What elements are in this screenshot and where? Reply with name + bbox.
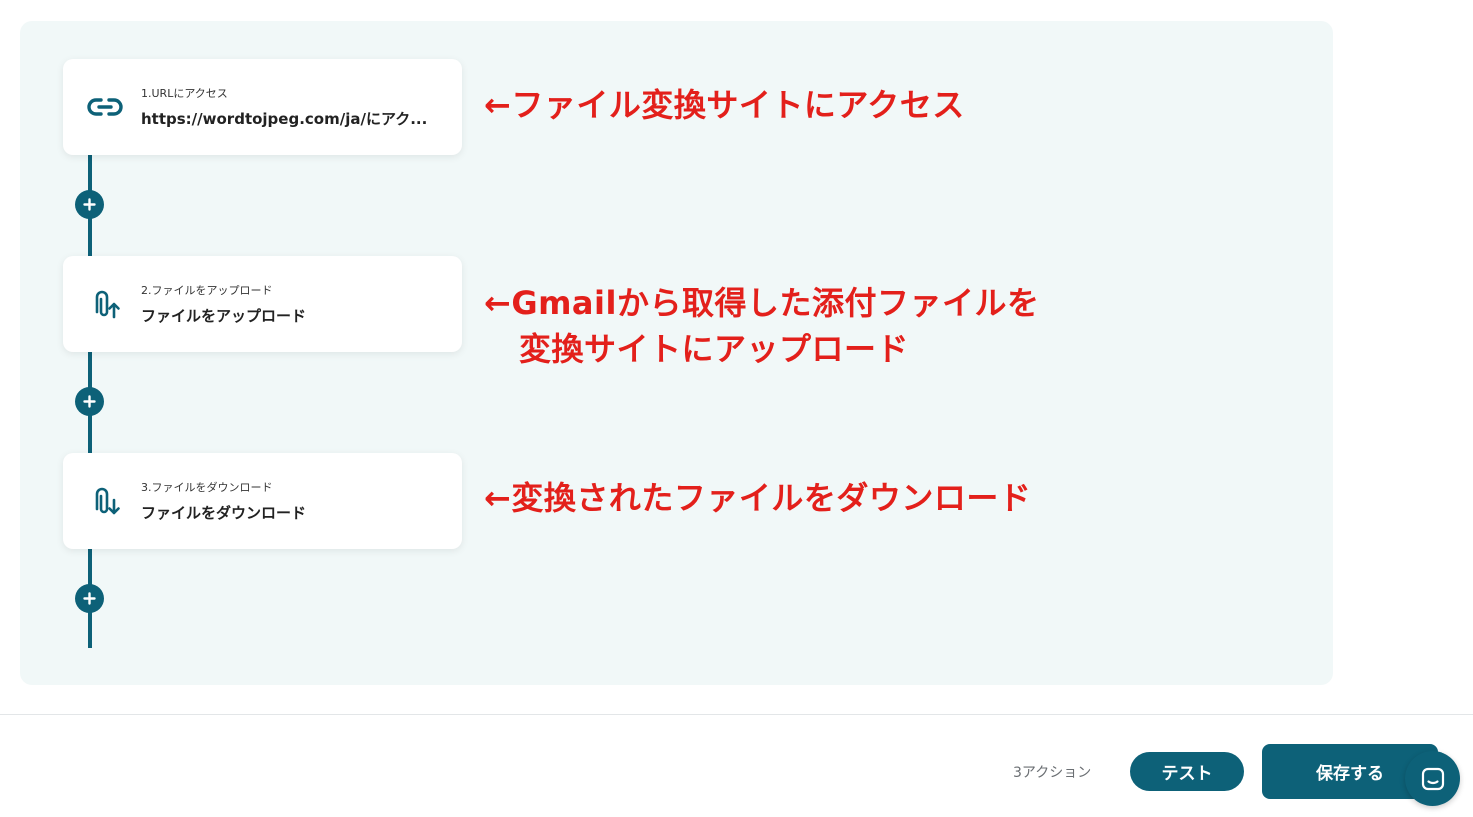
step-title: ファイルをアップロード bbox=[141, 307, 307, 325]
add-step-button[interactable] bbox=[75, 190, 104, 219]
step-title: ファイルをダウンロード bbox=[141, 504, 307, 522]
annotation-note-download: ←変換されたファイルをダウンロード bbox=[484, 479, 1032, 517]
chat-button[interactable] bbox=[1405, 751, 1460, 806]
annotation-line: 変換サイトにアップロード bbox=[519, 330, 910, 368]
step-label: 1.URLにアクセス bbox=[141, 87, 228, 100]
flow-step-card-access-url[interactable]: 1.URLにアクセス https://wordtojpeg.com/ja/にアク… bbox=[63, 59, 462, 155]
step-label: 2.ファイルをアップロード bbox=[141, 284, 273, 297]
annotation-note-access: ←ファイル変換サイトにアクセス bbox=[484, 86, 965, 124]
chat-icon bbox=[1421, 767, 1444, 790]
plus-icon bbox=[83, 395, 96, 408]
step-label: 3.ファイルをダウンロード bbox=[141, 481, 273, 494]
add-step-button[interactable] bbox=[75, 387, 104, 416]
action-count: 3アクション bbox=[1013, 765, 1092, 781]
link-icon bbox=[85, 87, 125, 127]
annotation-note-upload: ←Gmailから取得した添付ファイルを 変換サイトにアップロード bbox=[484, 280, 1039, 372]
flow-step-card-upload-file[interactable]: 2.ファイルをアップロード ファイルをアップロード bbox=[63, 256, 462, 352]
flow-step-card-download-file[interactable]: 3.ファイルをダウンロード ファイルをダウンロード bbox=[63, 453, 462, 549]
paperclip-upload-icon bbox=[85, 284, 125, 324]
plus-icon bbox=[83, 592, 96, 605]
footer-divider bbox=[0, 714, 1473, 715]
paperclip-download-icon bbox=[85, 481, 125, 521]
test-button[interactable]: テスト bbox=[1130, 752, 1244, 791]
step-title: https://wordtojpeg.com/ja/にアク... bbox=[141, 110, 428, 128]
add-step-button[interactable] bbox=[75, 584, 104, 613]
annotation-line: ←Gmailから取得した添付ファイルを bbox=[484, 284, 1040, 322]
plus-icon bbox=[83, 198, 96, 211]
